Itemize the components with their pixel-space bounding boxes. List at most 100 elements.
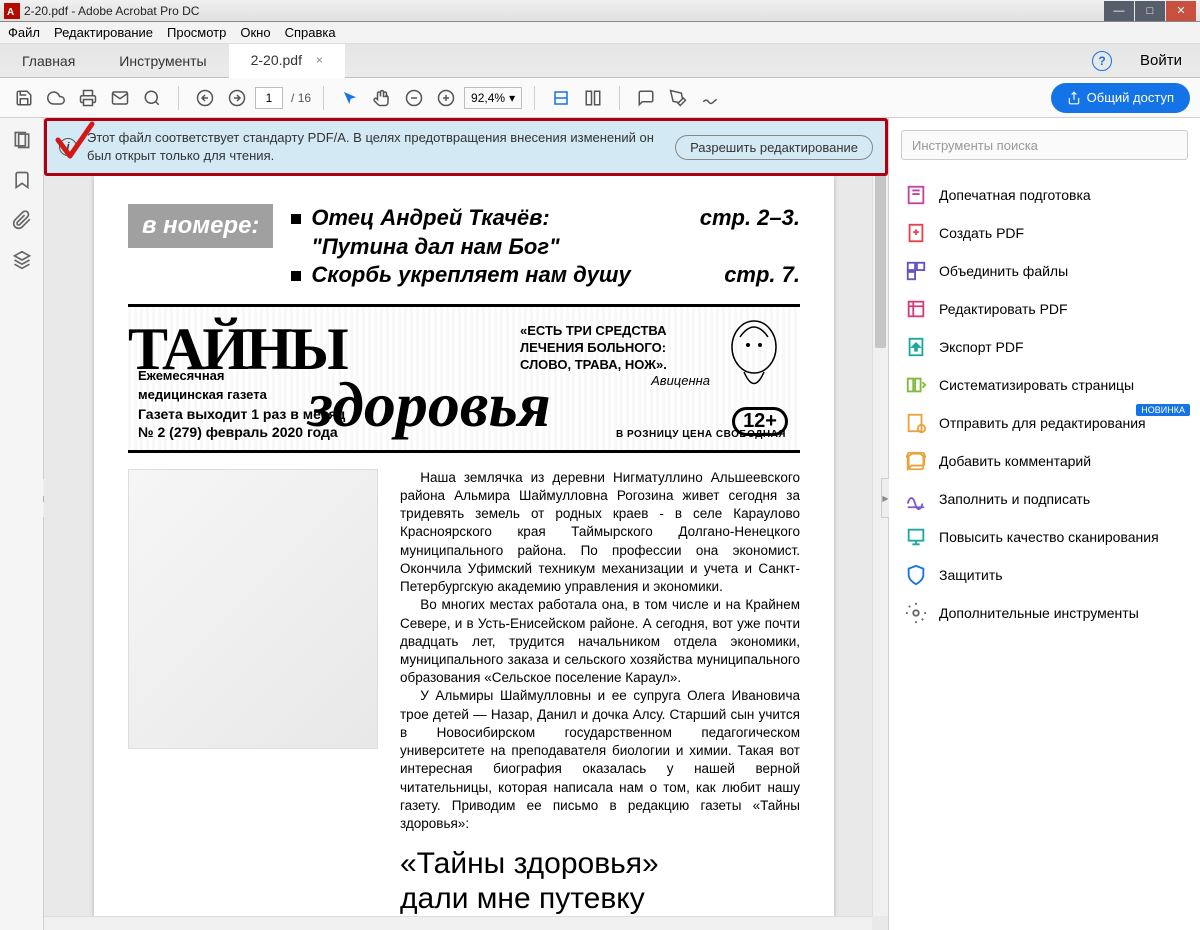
page-display-icon[interactable] <box>579 84 607 112</box>
close-button[interactable]: ✕ <box>1166 1 1196 21</box>
fit-width-icon[interactable] <box>547 84 575 112</box>
tool-item[interactable]: Систематизировать страницы <box>889 366 1200 404</box>
tool-icon <box>905 260 927 282</box>
hand-tool-icon[interactable] <box>368 84 396 112</box>
tool-icon <box>905 488 927 510</box>
tool-label: Заполнить и подписать <box>939 491 1090 507</box>
tool-icon <box>905 222 927 244</box>
in-issue-list: Отец Андрей Ткачёв: "Путина дал нам Бог"… <box>291 204 800 290</box>
thumbnails-icon[interactable] <box>12 130 32 150</box>
zoom-out-icon[interactable] <box>400 84 428 112</box>
highlight-icon[interactable] <box>664 84 692 112</box>
menu-window[interactable]: Окно <box>240 25 270 40</box>
main-toolbar: / 16 92,4%▾ Общий доступ <box>0 78 1200 118</box>
print-icon[interactable] <box>74 84 102 112</box>
tab-document-label: 2-20.pdf <box>251 52 302 68</box>
share-button[interactable]: Общий доступ <box>1051 83 1190 113</box>
new-badge: НОВИНКА <box>1136 404 1190 416</box>
select-tool-icon[interactable] <box>336 84 364 112</box>
tool-item[interactable]: Заполнить и подписать <box>889 480 1200 518</box>
in-issue-label: в номере: <box>128 204 273 248</box>
tool-label: Редактировать PDF <box>939 301 1068 317</box>
menu-view[interactable]: Просмотр <box>167 25 226 40</box>
menu-file[interactable]: Файл <box>8 25 40 40</box>
tool-icon <box>905 374 927 396</box>
tools-panel: ▶ Инструменты поиска Допечатная подготов… <box>888 118 1200 930</box>
help-icon[interactable]: ? <box>1092 51 1112 71</box>
horizontal-scrollbar[interactable] <box>44 916 872 930</box>
tool-label: Объединить файлы <box>939 263 1068 279</box>
issue-number: № 2 (279) февраль 2020 года <box>138 424 338 440</box>
tab-tools[interactable]: Инструменты <box>97 44 228 78</box>
menu-edit[interactable]: Редактирование <box>54 25 153 40</box>
avicenna-portrait-icon <box>722 317 786 397</box>
maximize-button[interactable]: □ <box>1135 1 1165 21</box>
tool-item[interactable]: Редактировать PDF <box>889 290 1200 328</box>
tool-item[interactable]: Защитить <box>889 556 1200 594</box>
vertical-scrollbar[interactable] <box>872 168 888 916</box>
tool-item[interactable]: Объединить файлы <box>889 252 1200 290</box>
app-icon: A <box>4 3 20 19</box>
info-icon: i <box>59 138 77 156</box>
tab-home[interactable]: Главная <box>0 44 97 78</box>
tab-close-icon[interactable]: × <box>316 53 323 67</box>
mail-icon[interactable] <box>106 84 134 112</box>
tool-label: Отправить для редактирования <box>939 415 1146 431</box>
tool-icon <box>905 412 927 434</box>
zoom-level-select[interactable]: 92,4%▾ <box>464 87 522 109</box>
window-titlebar: A 2-20.pdf - Adobe Acrobat Pro DC — □ ✕ <box>0 0 1200 22</box>
login-button[interactable]: Войти <box>1122 52 1200 69</box>
masthead-quote: «ЕСТЬ ТРИ СРЕДСТВА ЛЕЧЕНИЯ БОЛЬНОГО: СЛО… <box>520 323 710 391</box>
save-icon[interactable] <box>10 84 38 112</box>
allow-editing-button[interactable]: Разрешить редактирование <box>675 135 873 160</box>
tool-item[interactable]: Дополнительные инструменты <box>889 594 1200 632</box>
svg-text:A: A <box>7 7 14 18</box>
main-area: ▶ i Этот файл соответствует стандарту PD… <box>0 118 1200 930</box>
tool-icon <box>905 602 927 624</box>
tool-item[interactable]: Добавить комментарий <box>889 442 1200 480</box>
cloud-icon[interactable] <box>42 84 70 112</box>
sign-icon[interactable] <box>696 84 724 112</box>
tool-item[interactable]: Создать PDF <box>889 214 1200 252</box>
page-total: / 16 <box>291 91 311 105</box>
document-viewer[interactable]: i Этот файл соответствует стандарту PDF/… <box>44 118 888 930</box>
pdf-page: в номере: Отец Андрей Ткачёв: "Путина да… <box>94 176 834 930</box>
tool-item[interactable]: Отправить для редактированияНОВИНКА <box>889 404 1200 442</box>
tool-item[interactable]: Повысить качество сканирования <box>889 518 1200 556</box>
tool-label: Добавить комментарий <box>939 453 1091 469</box>
attachments-icon[interactable] <box>12 210 32 230</box>
tool-item[interactable]: Экспорт PDF <box>889 328 1200 366</box>
minimize-button[interactable]: — <box>1104 1 1134 21</box>
layers-icon[interactable] <box>12 250 32 270</box>
tool-icon <box>905 298 927 320</box>
prev-page-icon[interactable] <box>191 84 219 112</box>
tool-item[interactable]: Допечатная подготовка <box>889 176 1200 214</box>
collapse-right-panel-button[interactable]: ▶ <box>881 478 889 518</box>
tool-label: Систематизировать страницы <box>939 377 1134 393</box>
tool-label: Дополнительные инструменты <box>939 605 1139 621</box>
page-number-input[interactable] <box>255 87 283 109</box>
zoom-in-icon[interactable] <box>432 84 460 112</box>
tool-label: Защитить <box>939 567 1003 583</box>
tool-label: Повысить качество сканирования <box>939 529 1159 545</box>
tool-icon <box>905 564 927 586</box>
tab-document[interactable]: 2-20.pdf × <box>229 44 345 78</box>
newspaper-masthead: ТАЙНЫ «ЕСТЬ ТРИ СРЕДСТВА ЛЕЧЕНИЯ БОЛЬНОГ… <box>128 304 800 453</box>
menu-help[interactable]: Справка <box>285 25 336 40</box>
next-page-icon[interactable] <box>223 84 251 112</box>
bookmarks-icon[interactable] <box>12 170 32 190</box>
comment-icon[interactable] <box>632 84 660 112</box>
window-controls: — □ ✕ <box>1103 1 1196 21</box>
in-issue-item: Отец Андрей Ткачёв: "Путина дал нам Бог"… <box>291 204 800 261</box>
menubar: Файл Редактирование Просмотр Окно Справк… <box>0 22 1200 44</box>
article-photo <box>128 469 378 749</box>
tool-icon <box>905 184 927 206</box>
tools-search-input[interactable]: Инструменты поиска <box>901 130 1188 160</box>
tool-icon <box>905 336 927 358</box>
tab-row: Главная Инструменты 2-20.pdf × ? Войти <box>0 44 1200 78</box>
left-navigation-rail: ▶ <box>0 118 44 930</box>
find-icon[interactable] <box>138 84 166 112</box>
article-body: Наша землячка из деревни Нигматуллино Ал… <box>128 469 800 930</box>
in-issue-item: Скорбь укрепляет нам душу стр. 7. <box>291 261 800 290</box>
tool-icon <box>905 526 927 548</box>
